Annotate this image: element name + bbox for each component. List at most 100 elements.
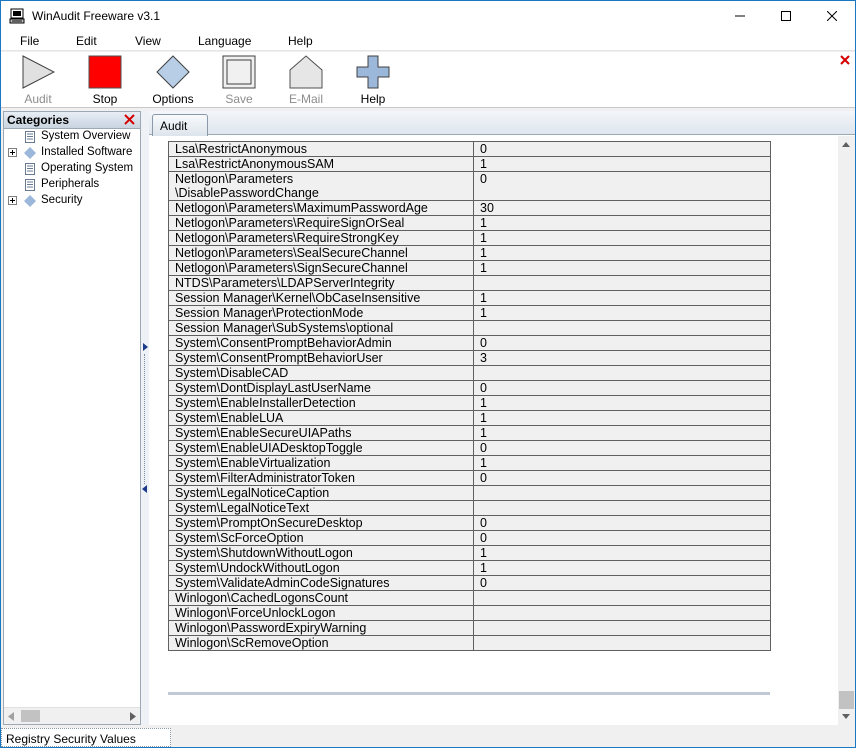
report-vertical-scrollbar[interactable] (838, 136, 855, 725)
registry-value-cell: 0 (473, 380, 771, 396)
registry-name-cell: Winlogon\ForceUnlockLogon (168, 605, 474, 621)
categories-horizontal-scrollbar[interactable] (4, 707, 140, 724)
table-row: System\PromptOnSecureDesktop 0 (168, 515, 771, 531)
panel-splitter[interactable] (141, 111, 149, 725)
tree-item-operating-system[interactable]: Operating System (4, 161, 140, 177)
registry-name-cell: System\ValidateAdminCodeSignatures (168, 575, 474, 591)
options-diamond-icon (156, 55, 190, 89)
scroll-up-icon[interactable] (842, 142, 850, 147)
table-row: System\EnableSecureUIAPaths 1 (168, 425, 771, 441)
registry-value-cell: 0 (473, 171, 771, 201)
splitter-grip (144, 354, 146, 484)
registry-value-cell (473, 275, 771, 291)
scroll-left-icon[interactable] (8, 712, 14, 721)
tree-item-label: Security (41, 194, 83, 206)
registry-name-cell: System\EnableUIADesktopToggle (168, 440, 474, 456)
diamond-icon (24, 195, 36, 207)
scroll-thumb[interactable] (21, 710, 40, 722)
app-computer-icon (9, 8, 25, 24)
scroll-thumb[interactable] (839, 691, 854, 709)
tree-item-security[interactable]: Security (4, 193, 140, 209)
status-text: Registry Security Values (1, 728, 171, 747)
registry-name-cell: Session Manager\SubSystems\optional (168, 320, 474, 336)
registry-name-cell: Netlogon\Parameters\SignSecureChannel (168, 260, 474, 276)
tree-item-label: Installed Software (41, 146, 133, 158)
email-label: E-Mail (288, 92, 323, 106)
close-window-button[interactable] (809, 1, 855, 31)
registry-value-cell (473, 365, 771, 381)
tab-audit-label: Audit (160, 119, 188, 133)
expand-plus-icon[interactable] (8, 148, 17, 157)
table-row: System\LegalNoticeText (168, 500, 771, 516)
table-row: System\ShutdownWithoutLogon 1 (168, 545, 771, 561)
table-row: Netlogon\Parameters\MaximumPasswordAge 30 (168, 200, 771, 216)
menu-edit[interactable]: Edit (76, 34, 97, 48)
tree-item-system-overview[interactable]: System Overview (4, 129, 140, 145)
splitter-expand-icon[interactable] (143, 343, 148, 351)
registry-name-cell: System\EnableLUA (168, 410, 474, 426)
registry-name-cell: System\LegalNoticeCaption (168, 485, 474, 501)
registry-name-cell: Session Manager\Kernel\ObCaseInsensitive (168, 290, 474, 306)
menu-view[interactable]: View (135, 34, 161, 48)
save-label: Save (225, 92, 253, 106)
menu-language[interactable]: Language (198, 34, 251, 48)
table-row: System\ConsentPromptBehaviorUser 3 (168, 350, 771, 366)
help-label: Help (360, 92, 386, 106)
tree-item-installed-software[interactable]: Installed Software (4, 145, 140, 161)
options-button[interactable]: Options (151, 54, 195, 106)
table-row: Winlogon\CachedLogonsCount (168, 590, 771, 606)
maximize-button[interactable] (763, 1, 809, 31)
splitter-collapse-icon[interactable] (142, 485, 147, 493)
table-row: System\LegalNoticeCaption (168, 485, 771, 501)
stop-button[interactable]: Stop (86, 54, 124, 106)
document-icon (24, 163, 36, 175)
table-row: System\DontDisplayLastUserName 0 (168, 380, 771, 396)
table-row: Lsa\RestrictAnonymousSAM 1 (168, 156, 771, 172)
registry-value-cell: 1 (473, 395, 771, 411)
table-row: Session Manager\Kernel\ObCaseInsensitive… (168, 290, 771, 306)
table-row: Netlogon\Parameters\SignSecureChannel 1 (168, 260, 771, 276)
registry-value-cell: 0 (473, 530, 771, 546)
audit-label: Audit (24, 92, 52, 106)
table-row: NTDS\Parameters\LDAPServerIntegrity (168, 275, 771, 291)
categories-close-icon[interactable] (124, 114, 135, 125)
table-row: System\FilterAdministratorToken 0 (168, 470, 771, 486)
email-button[interactable]: E-Mail (286, 54, 326, 106)
expand-plus-icon[interactable] (8, 196, 17, 205)
toolbar-close-icon[interactable] (839, 54, 851, 66)
title-bar[interactable]: WinAudit Freeware v3.1 (1, 1, 855, 31)
tree-item-peripherals[interactable]: Peripherals (4, 177, 140, 193)
registry-name-cell: System\LegalNoticeText (168, 500, 474, 516)
help-button[interactable]: Help (354, 54, 392, 106)
registry-value-cell: 0 (473, 335, 771, 351)
registry-name-cell: Lsa\RestrictAnonymousSAM (168, 156, 474, 172)
table-row: Winlogon\PasswordExpiryWarning (168, 620, 771, 636)
options-label: Options (152, 92, 194, 106)
table-row: Winlogon\ScRemoveOption (168, 635, 771, 651)
scroll-right-icon[interactable] (130, 712, 136, 721)
registry-name-cell: Winlogon\ScRemoveOption (168, 635, 474, 651)
audit-button[interactable]: Audit (19, 54, 57, 106)
scroll-down-icon[interactable] (842, 714, 850, 719)
table-row: Netlogon\Parameters\RequireStrongKey 1 (168, 230, 771, 246)
save-button[interactable]: Save (220, 54, 258, 106)
categories-title: Categories (7, 113, 70, 127)
registry-value-cell: 0 (473, 141, 771, 157)
minimize-button[interactable] (717, 1, 763, 31)
table-row: Session Manager\ProtectionMode 1 (168, 305, 771, 321)
menu-help[interactable]: Help (288, 34, 313, 48)
help-plus-icon (356, 55, 390, 89)
tab-audit[interactable]: Audit (152, 114, 208, 136)
app-window: WinAudit Freeware v3.1 File Edit View La… (0, 0, 856, 748)
window-title: WinAudit Freeware v3.1 (32, 9, 161, 23)
registry-name-cell: System\DontDisplayLastUserName (168, 380, 474, 396)
maximize-icon (781, 11, 791, 21)
registry-name-cell: System\ScForceOption (168, 530, 474, 546)
stop-label: Stop (92, 92, 118, 106)
menu-file[interactable]: File (20, 34, 39, 48)
registry-value-cell: 1 (473, 560, 771, 576)
registry-value-cell: 1 (473, 410, 771, 426)
table-row: Winlogon\ForceUnlockLogon (168, 605, 771, 621)
minimize-icon (735, 15, 745, 17)
registry-name-cell: Netlogon\Parameters\MaximumPasswordAge (168, 200, 474, 216)
